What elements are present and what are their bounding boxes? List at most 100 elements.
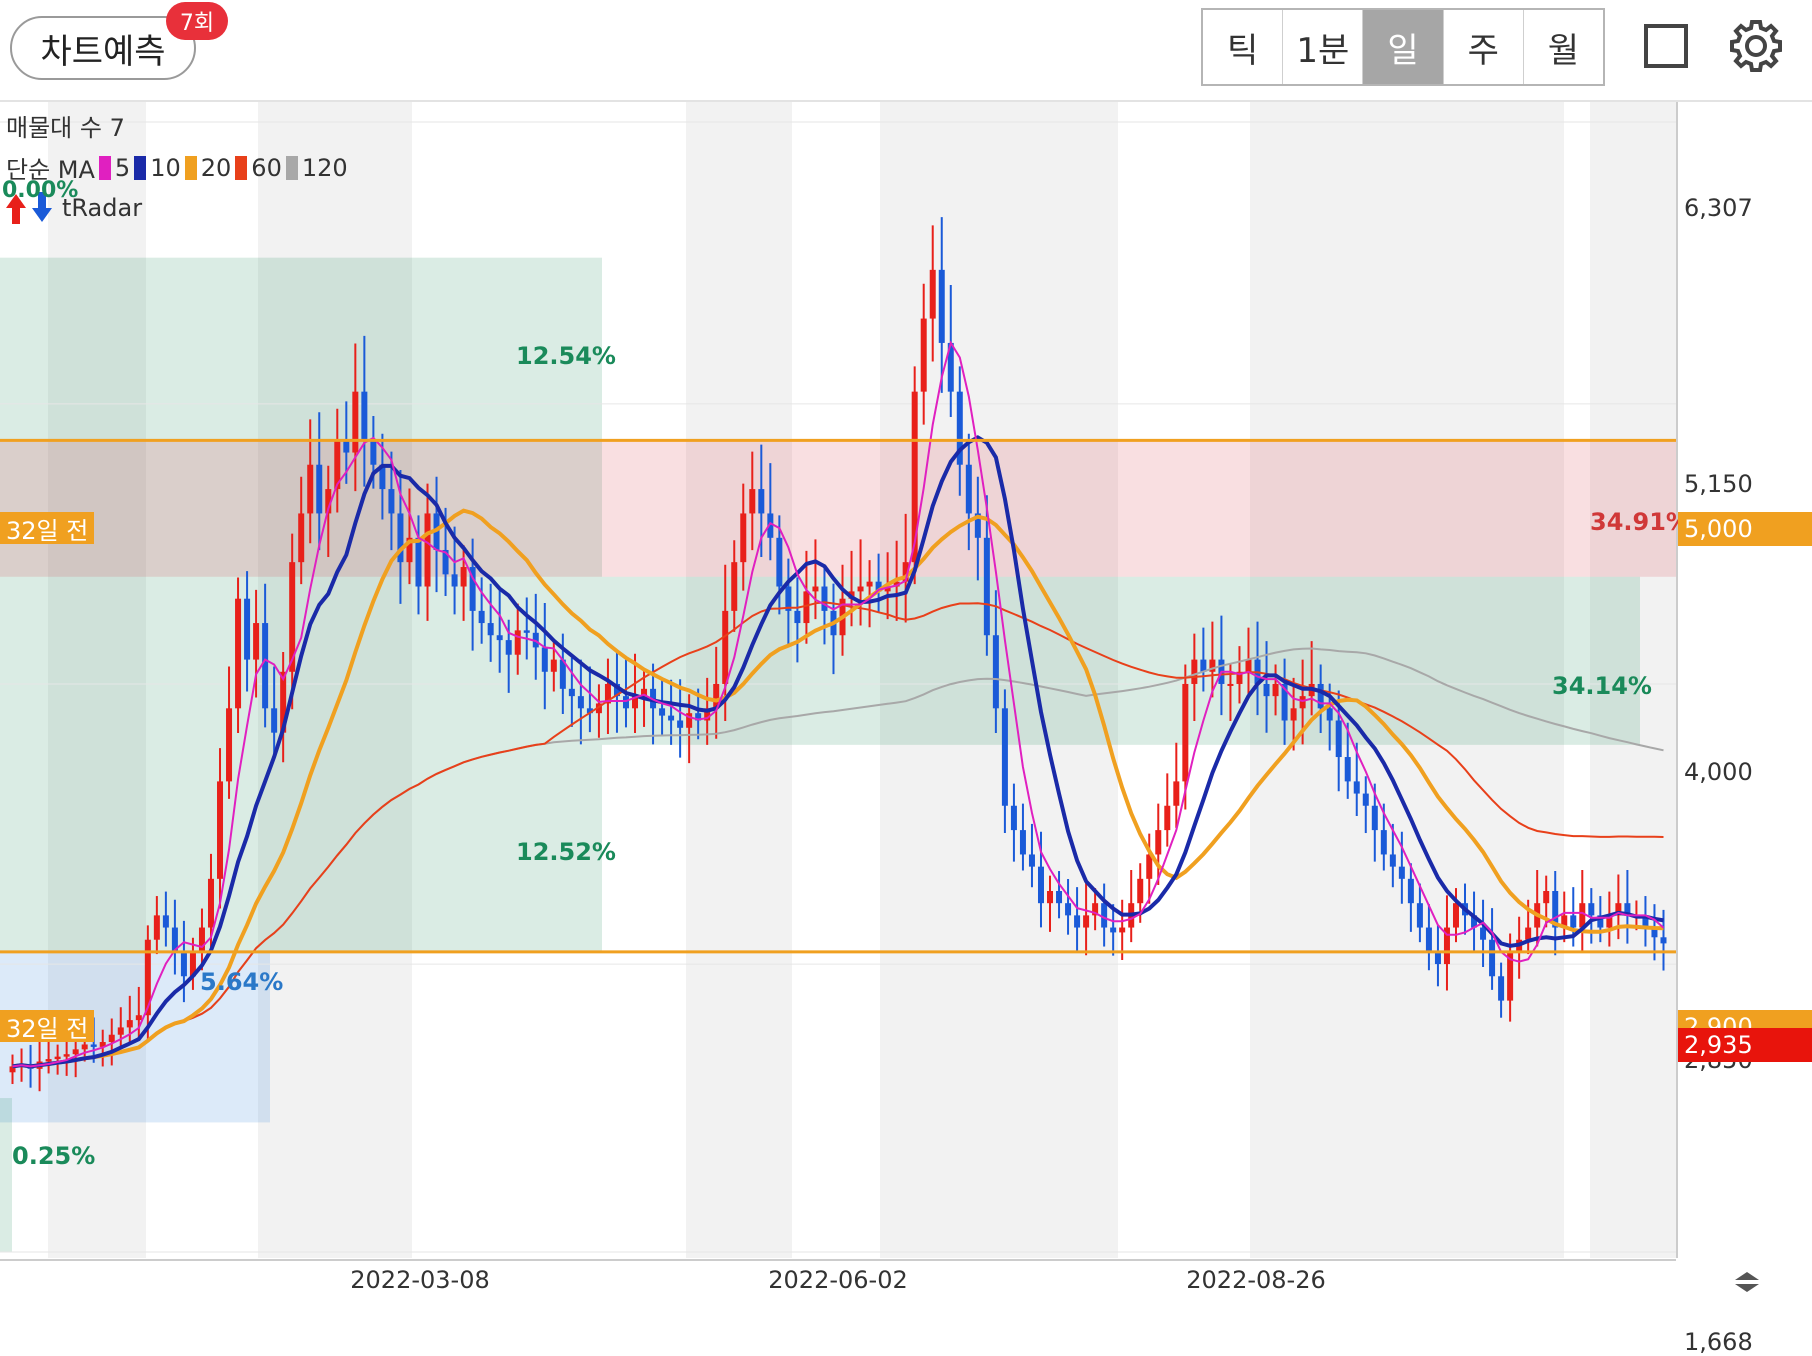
candle-body [1272, 683, 1279, 697]
candle-body [541, 647, 548, 672]
candle-body [370, 440, 377, 465]
candle-body [108, 1034, 115, 1043]
candle-body [45, 1059, 52, 1062]
ref-line-label-top: 32일 전 [0, 512, 95, 545]
candle-body [198, 927, 205, 952]
candle-body [496, 635, 503, 641]
candle-body [1037, 866, 1044, 904]
chart-predict-label: 차트예측 [40, 31, 166, 72]
candle-body [911, 391, 918, 563]
candle-body [63, 1054, 70, 1057]
candle-body [1074, 915, 1081, 928]
tab-weekly[interactable]: 주 [1443, 10, 1524, 84]
gear-icon[interactable] [1726, 16, 1786, 76]
candle-body [135, 1015, 142, 1021]
candle-body [72, 1049, 79, 1055]
candle-body [1019, 830, 1026, 855]
candle-body [1335, 720, 1342, 758]
candle-body [514, 630, 521, 655]
candle-body [550, 659, 557, 672]
candle-body [1588, 903, 1595, 916]
candle-body [920, 318, 927, 392]
candle-body [1362, 793, 1369, 806]
candle-body [821, 586, 828, 611]
zone-pct-2: 34.91% [1590, 508, 1690, 536]
candle-body [812, 586, 819, 592]
ma60-label: 60 [251, 153, 282, 182]
candle-body [983, 537, 990, 636]
ma20-swatch [184, 155, 197, 180]
tab-monthly[interactable]: 월 [1523, 10, 1604, 84]
x-tick-3: 2022-08-26 [1186, 1266, 1326, 1294]
tab-1min[interactable]: 1분 [1283, 10, 1364, 84]
candle-body [235, 598, 242, 709]
stock-chart[interactable]: 매물대 수 7 단순 MA 5 10 20 60 120 tRadar 0.00… [0, 102, 1812, 1356]
candle-body [965, 464, 972, 514]
x-tick-2: 2022-06-02 [768, 1266, 908, 1294]
volume-profile-zone [0, 744, 602, 952]
candle-body [298, 513, 305, 563]
candle-body [1191, 659, 1198, 684]
candle-body [1660, 937, 1667, 944]
predict-count-badge: 7회 [166, 2, 228, 40]
candle-body [1010, 805, 1017, 831]
scroll-handle-icon[interactable] [1732, 1270, 1762, 1294]
ma60-swatch [235, 155, 248, 180]
candle-body [487, 623, 494, 636]
candle-body [1001, 708, 1008, 806]
y-tick-1: 6,307 [1684, 194, 1753, 222]
chart-canvas[interactable] [0, 102, 1812, 1297]
candle-body [424, 513, 431, 587]
candle-body [794, 610, 801, 624]
candle-body [217, 781, 224, 879]
candle-body [568, 688, 575, 697]
candle-body [1498, 976, 1505, 1001]
candle-body [929, 269, 936, 319]
volume-profile-zone [0, 1098, 12, 1252]
candle-body [1028, 854, 1035, 867]
candle-body [505, 640, 512, 655]
volume-profile-label: 매물대 수 7 [6, 114, 125, 142]
ma120-swatch [285, 155, 298, 180]
y-tick-5: 1,668 [1684, 1328, 1753, 1356]
candle-body [1119, 927, 1126, 933]
candle-body [722, 610, 729, 684]
tab-daily[interactable]: 일 [1363, 10, 1444, 84]
candle-body [90, 1044, 97, 1047]
volume-profile-zone [0, 440, 1676, 577]
candle-body [126, 1020, 133, 1028]
candle-body [857, 586, 864, 592]
candle-body [749, 489, 756, 514]
candle-body [659, 708, 666, 716]
zone-pct-5: 5.64% [200, 968, 284, 996]
chart-header: 차트예측 7회 틱 1분 일 주 월 [0, 0, 1812, 102]
zone-pct-4: 12.52% [516, 838, 616, 866]
ma120-label: 120 [301, 153, 348, 182]
candle-body [1182, 683, 1189, 782]
candle-body [1416, 903, 1423, 928]
ma5-label: 5 [114, 153, 131, 182]
candle-body [117, 1027, 124, 1035]
candle-body [866, 581, 873, 587]
candle-body [262, 623, 269, 709]
candle-body [1570, 915, 1577, 928]
candle-body [1299, 696, 1306, 709]
y-tick-3: 4,000 [1684, 758, 1753, 786]
candle-body [1137, 878, 1144, 904]
price-tag-5000: 5,000 [1678, 512, 1812, 546]
candle-body [1579, 903, 1586, 928]
candle-body [1543, 891, 1550, 904]
square-icon[interactable] [1644, 24, 1688, 68]
candle-body [415, 537, 422, 587]
candle-body [1425, 927, 1432, 952]
candle-body [1434, 951, 1441, 965]
period-selector: 틱 1분 일 주 월 [1201, 8, 1605, 86]
tab-tick[interactable]: 틱 [1203, 10, 1284, 84]
candle-body [226, 708, 233, 782]
candle-body [1065, 903, 1072, 916]
candle-body [1245, 659, 1252, 672]
candle-body [307, 464, 314, 514]
candle-body [1227, 683, 1234, 686]
ma5-swatch [98, 155, 111, 180]
candle-body [938, 269, 945, 343]
